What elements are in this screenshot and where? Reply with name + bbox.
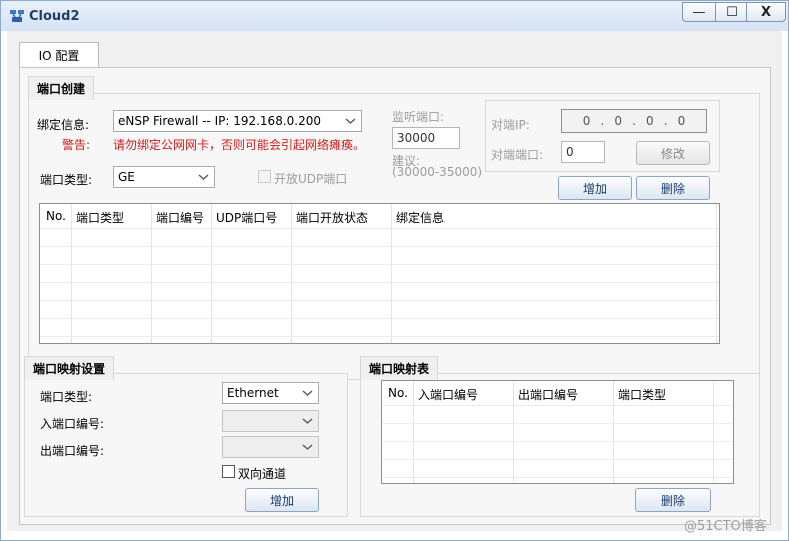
port-table-col-number: 端口编号 bbox=[156, 211, 205, 225]
chevron-down-icon bbox=[198, 174, 209, 180]
port-table-col-no: No. bbox=[46, 209, 66, 223]
tab-io-config[interactable]: IO 配置 bbox=[19, 42, 99, 68]
peer-ip-octet-3: 0 bbox=[646, 114, 654, 128]
warning-text: 请勿绑定公网网卡，否则可能会引起网络瘫痪。 bbox=[113, 138, 366, 152]
client-area: IO 配置 端口创建 绑定信息: eNSP Firewall -- IP: 19… bbox=[7, 31, 782, 531]
udp-checkbox[interactable] bbox=[258, 170, 271, 183]
peer-ip-input[interactable]: 0. 0. 0. 0 bbox=[561, 109, 707, 133]
mapping-table[interactable]: No. 入端口编号 出端口编号 端口类型 bbox=[381, 380, 734, 484]
minimize-button[interactable]: — bbox=[682, 2, 716, 22]
peer-port-input[interactable]: 0 bbox=[561, 141, 605, 163]
mapping-settings-title: 端口映射设置 bbox=[24, 356, 115, 380]
port-table-col-bind: 绑定信息 bbox=[396, 211, 445, 225]
add-port-button[interactable]: 增加 bbox=[558, 176, 632, 200]
udp-checkbox-label: 开放UDP端口 bbox=[274, 172, 348, 186]
port-table-col-udp: UDP端口号 bbox=[216, 211, 278, 225]
listen-port-input[interactable]: 30000 bbox=[392, 127, 460, 149]
mapping-table-col-no: No. bbox=[388, 386, 408, 400]
bind-info-value: eNSP Firewall -- IP: 192.168.0.200 bbox=[118, 114, 321, 128]
mapping-table-title: 端口映射表 bbox=[360, 356, 439, 380]
suggest-range: (30000-35000) bbox=[392, 165, 483, 179]
bidirectional-label: 双向通道 bbox=[238, 467, 287, 481]
close-icon: X bbox=[760, 4, 772, 20]
bind-info-label: 绑定信息: bbox=[37, 118, 90, 132]
mapping-port-type-label: 端口类型: bbox=[40, 390, 93, 404]
in-port-select[interactable] bbox=[222, 410, 319, 432]
port-table[interactable]: No. 端口类型 端口编号 UDP端口号 端口开放状态 绑定信息 bbox=[39, 203, 720, 344]
window-title: Cloud2 bbox=[29, 9, 80, 24]
mapping-table-col-type: 端口类型 bbox=[618, 388, 667, 402]
listen-port-value: 30000 bbox=[397, 131, 436, 145]
mapping-port-type-value: Ethernet bbox=[227, 386, 279, 400]
bind-info-select[interactable]: eNSP Firewall -- IP: 192.168.0.200 bbox=[113, 110, 362, 132]
peer-ip-octet-2: 0 bbox=[614, 114, 622, 128]
delete-port-button[interactable]: 删除 bbox=[636, 176, 710, 200]
maximize-icon: ☐ bbox=[726, 4, 738, 20]
add-mapping-button[interactable]: 增加 bbox=[245, 488, 319, 512]
delete-mapping-button-label: 删除 bbox=[660, 493, 685, 508]
add-mapping-button-label: 增加 bbox=[269, 493, 294, 508]
port-table-col-status: 端口开放状态 bbox=[296, 211, 369, 225]
peer-port-label: 对端端口: bbox=[491, 148, 544, 162]
add-port-button-label: 增加 bbox=[582, 181, 607, 196]
modify-button-label: 修改 bbox=[660, 146, 685, 161]
port-table-col-type: 端口类型 bbox=[76, 211, 125, 225]
mapping-port-type-select[interactable]: Ethernet bbox=[222, 382, 319, 404]
mapping-table-col-in: 入端口编号 bbox=[418, 388, 479, 402]
peer-ip-label: 对端IP: bbox=[491, 118, 530, 132]
delete-mapping-button[interactable]: 删除 bbox=[635, 488, 711, 512]
modify-button[interactable]: 修改 bbox=[636, 141, 710, 165]
listen-port-label: 监听端口: bbox=[392, 110, 445, 124]
minimize-icon: — bbox=[692, 4, 706, 20]
watermark-text: @51CTO博客 bbox=[684, 519, 767, 534]
peer-ip-octet-1: 0 bbox=[582, 114, 591, 128]
port-type-select[interactable]: GE bbox=[113, 166, 215, 188]
chevron-down-icon bbox=[302, 390, 313, 396]
chevron-down-icon bbox=[345, 118, 356, 124]
io-config-panel: 端口创建 绑定信息: eNSP Firewall -- IP: 192.168.… bbox=[19, 67, 771, 525]
bidirectional-checkbox[interactable] bbox=[222, 465, 235, 478]
port-type-label: 端口类型: bbox=[40, 173, 93, 187]
title-bar[interactable]: Cloud2 — ☐ X bbox=[1, 1, 788, 31]
in-port-label: 入端口编号: bbox=[40, 417, 105, 431]
peer-port-value: 0 bbox=[566, 145, 574, 159]
peer-ip-octet-4: 0 bbox=[677, 114, 686, 128]
chevron-down-icon bbox=[302, 418, 313, 424]
out-port-select[interactable] bbox=[222, 436, 319, 458]
maximize-button[interactable]: ☐ bbox=[715, 2, 749, 22]
tab-label: IO 配置 bbox=[38, 49, 80, 63]
cloud2-window: Cloud2 — ☐ X IO 配置 端口创建 绑定信息: eNSP Firew… bbox=[0, 0, 789, 541]
delete-port-button-label: 删除 bbox=[660, 181, 685, 196]
port-type-value: GE bbox=[118, 170, 135, 184]
warning-label: 警告: bbox=[62, 138, 91, 152]
cloud-app-icon bbox=[10, 10, 24, 22]
port-create-title: 端口创建 bbox=[28, 76, 95, 100]
close-button[interactable]: X bbox=[746, 2, 786, 22]
mapping-table-col-out: 出端口编号 bbox=[518, 388, 579, 402]
chevron-down-icon bbox=[302, 444, 313, 450]
out-port-label: 出端口编号: bbox=[40, 444, 105, 458]
